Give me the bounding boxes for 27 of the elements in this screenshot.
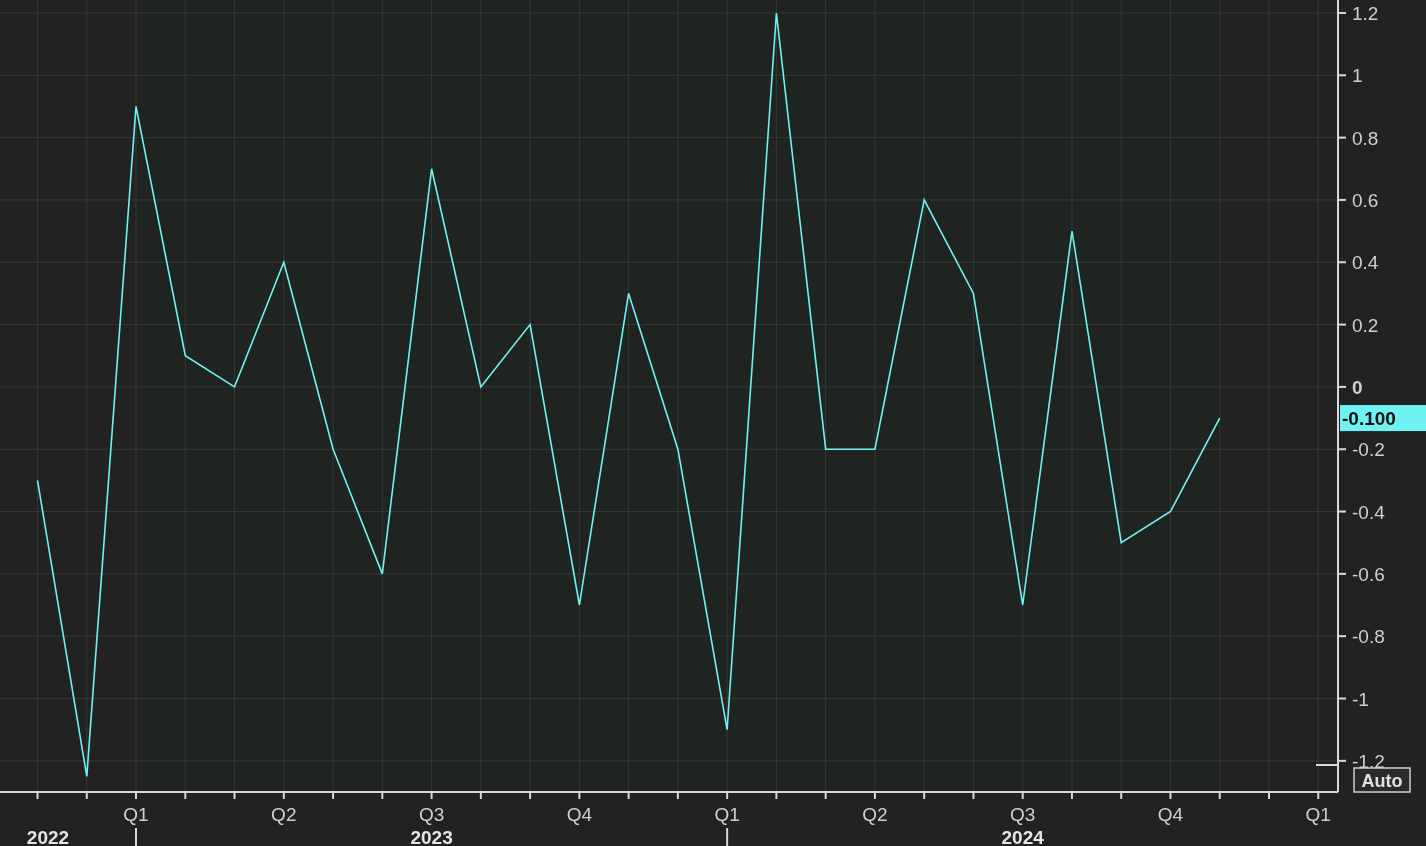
year-label: 2023 xyxy=(410,827,453,846)
y-tick-label: 0 xyxy=(1352,376,1363,398)
y-tick-label: 0.4 xyxy=(1352,252,1379,274)
y-tick-label: 0.8 xyxy=(1352,127,1379,149)
last-value-label: -0.100 xyxy=(1340,405,1426,432)
x-tick-label: Q1 xyxy=(714,804,740,825)
y-tick-label: -0.2 xyxy=(1352,439,1385,461)
y-tick-label: -0.6 xyxy=(1352,563,1385,585)
year-label: 2022 xyxy=(26,827,70,846)
y-tick-label: -0.8 xyxy=(1352,626,1385,648)
x-tick-label: Q1 xyxy=(123,804,149,825)
y-tick-label: -0.4 xyxy=(1352,501,1385,523)
x-tick-label: Q2 xyxy=(862,804,888,825)
year-label: 2024 xyxy=(1001,827,1044,846)
x-tick-label: Q4 xyxy=(1157,804,1184,825)
y-tick-label: 0.6 xyxy=(1352,189,1379,211)
axis-bracket xyxy=(1315,764,1339,766)
x-tick-label: Q2 xyxy=(271,804,297,825)
x-tick-label: Q1 xyxy=(1305,804,1331,825)
x-tick-label: Q3 xyxy=(418,804,445,825)
auto-button[interactable]: Auto xyxy=(1353,767,1411,793)
y-tick-label: 0.2 xyxy=(1352,314,1379,336)
x-tick-label: Q3 xyxy=(1010,804,1036,825)
y-tick-label: 1 xyxy=(1352,65,1363,87)
y-tick-label: 1.2 xyxy=(1352,2,1379,24)
y-tick-label: -1 xyxy=(1352,688,1369,710)
x-tick-label: Q4 xyxy=(566,804,593,825)
